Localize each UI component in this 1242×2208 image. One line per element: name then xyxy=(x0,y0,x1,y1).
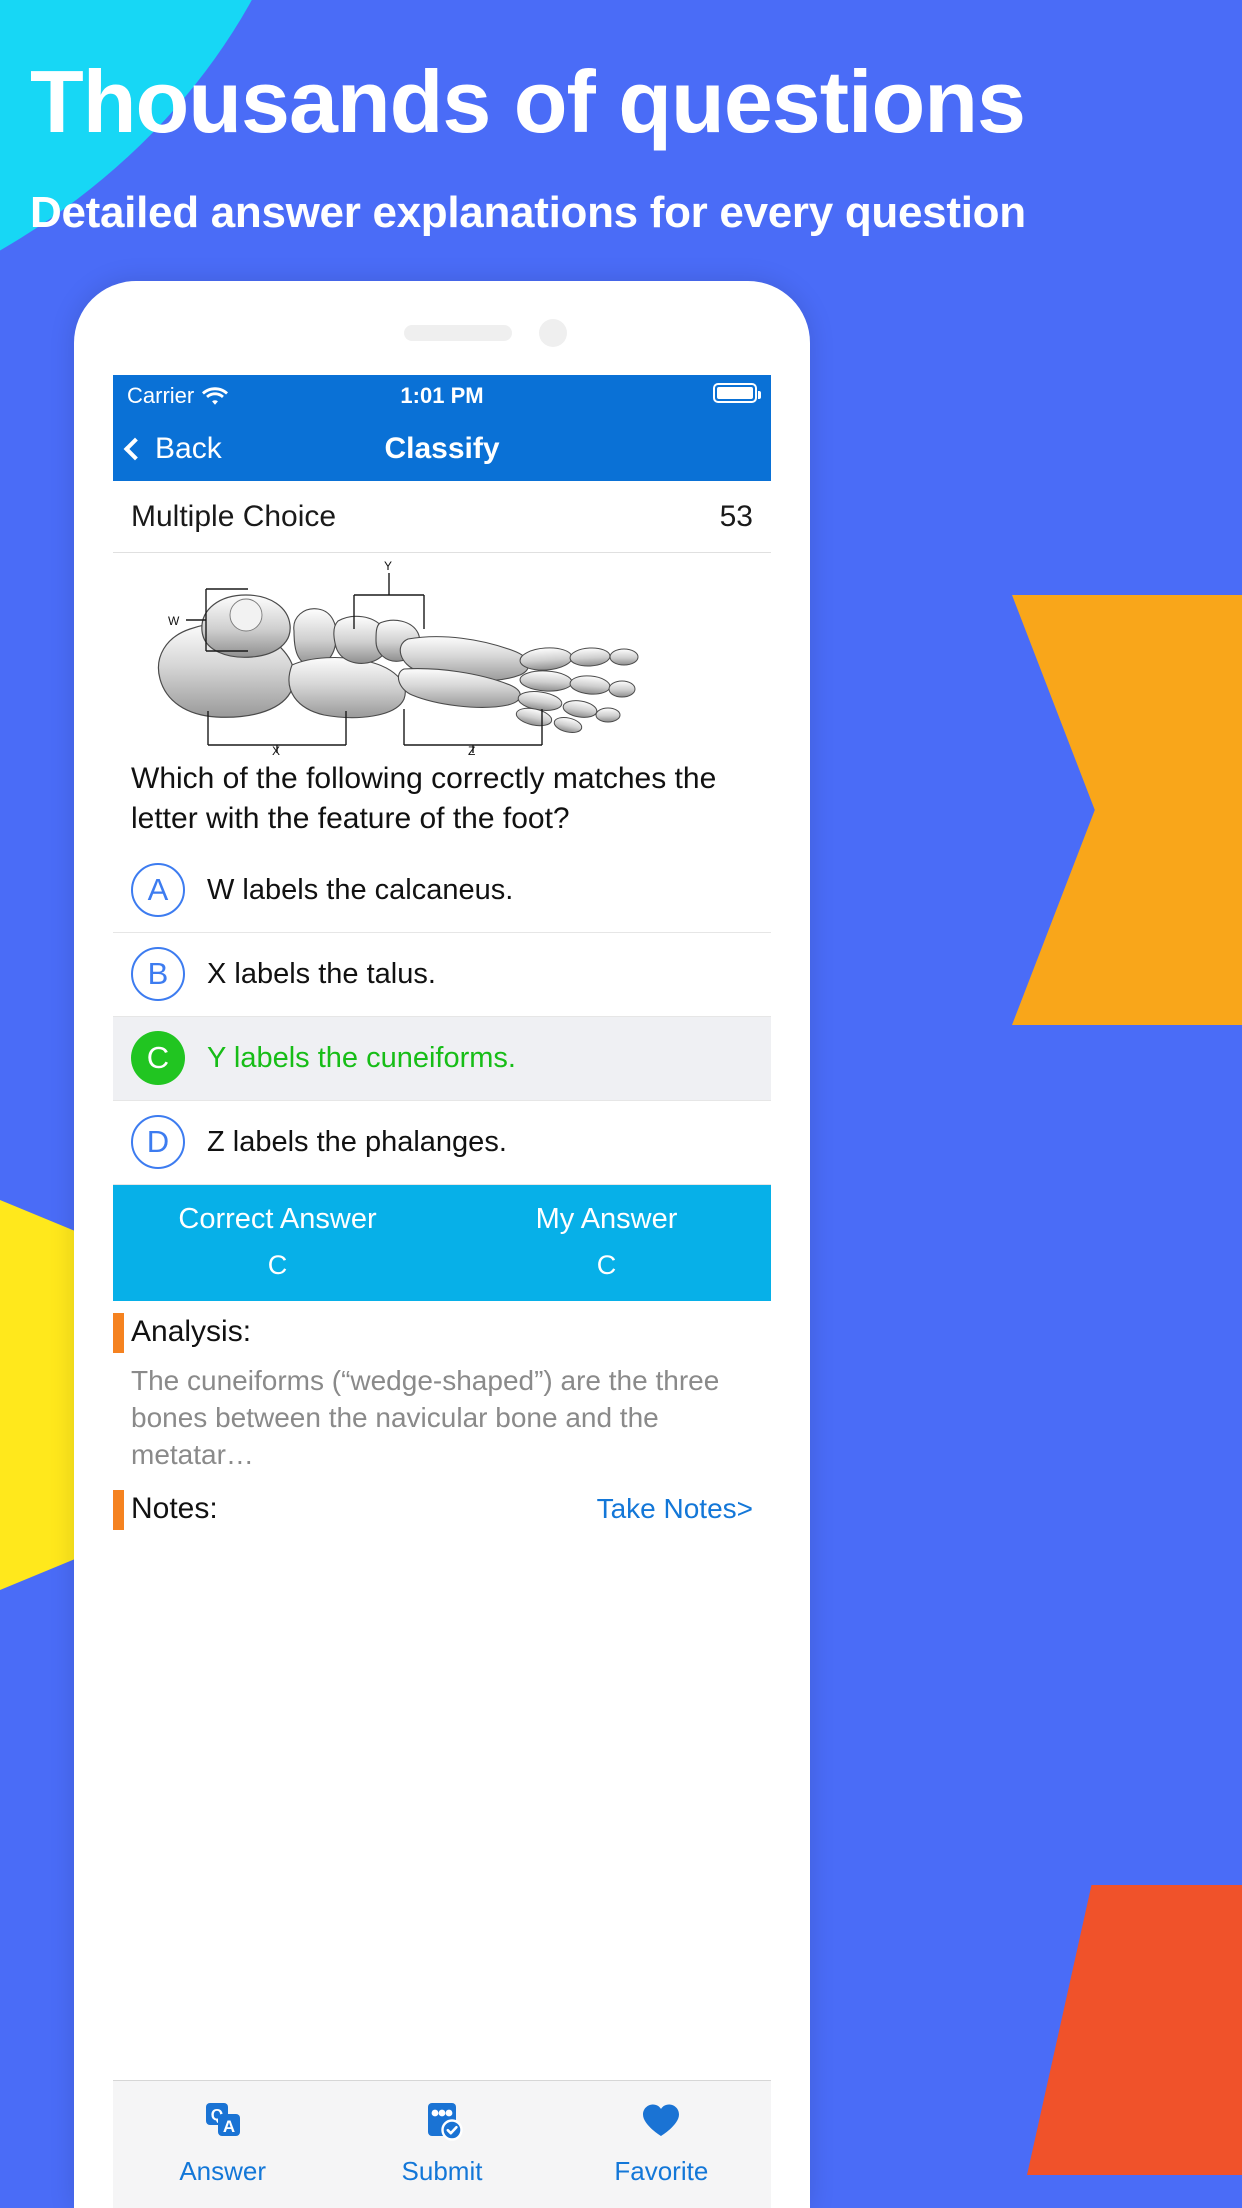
tab-submit[interactable]: Submit xyxy=(332,2095,551,2187)
bottom-tab-bar: Q A Answer Submit Favorite xyxy=(113,2080,771,2208)
correct-answer-value: C xyxy=(267,1249,288,1280)
promo-text-block: Thousands of questions Detailed answer e… xyxy=(0,0,1242,238)
red-shape xyxy=(1027,1885,1242,2175)
option-bullet-d: D xyxy=(131,1115,185,1170)
notes-accent-bar xyxy=(113,1489,124,1530)
tab-favorite[interactable]: Favorite xyxy=(552,2095,771,2187)
promo-headline: Thousands of questions xyxy=(30,52,1026,151)
promo-subhead: Detailed answer explanations for every q… xyxy=(30,188,1026,237)
phone-top-bezel xyxy=(74,281,810,375)
notes-section: Notes: Take Notes> xyxy=(113,1477,771,1532)
tab-answer[interactable]: Q A Answer xyxy=(113,2095,332,2187)
figure-label-z: Z xyxy=(468,744,475,755)
answer-summary-band: Correct Answer C My Answer C xyxy=(113,1184,771,1301)
page-title: Classify xyxy=(384,432,500,465)
analysis-header: Analysis: xyxy=(131,1315,753,1349)
phone-camera xyxy=(539,319,567,347)
heart-filled-icon xyxy=(637,2095,685,2147)
question-type-label: Multiple Choice xyxy=(131,499,337,533)
analysis-section: Analysis: xyxy=(113,1300,771,1355)
phone-mockup: Carrier 1:01 PM Back Classify Multiple C… xyxy=(74,281,810,2208)
analysis-accent-bar xyxy=(113,1312,124,1353)
option-bullet-c: C xyxy=(131,1031,185,1086)
figure-label-w: W xyxy=(168,614,180,628)
notes-header: Notes: Take Notes> xyxy=(131,1492,753,1526)
tab-answer-label: Answer xyxy=(179,2156,267,2186)
qa-answer-icon: Q A xyxy=(199,2095,247,2147)
status-bar: Carrier 1:01 PM xyxy=(113,375,771,417)
take-notes-link[interactable]: Take Notes> xyxy=(597,1493,753,1525)
analysis-body-text: The cuneiforms (“wedge-shaped”) are the … xyxy=(131,1364,720,1470)
battery-full-icon xyxy=(713,383,761,403)
correct-answer-title: Correct Answer xyxy=(178,1202,377,1235)
correct-answer-col: Correct Answer C xyxy=(113,1203,442,1281)
figure-label-x: X xyxy=(272,744,280,755)
option-label-c: Y labels the cuneiforms. xyxy=(207,1041,516,1074)
phone-speaker xyxy=(404,325,512,341)
option-row-c[interactable]: C Y labels the cuneiforms. xyxy=(113,1016,771,1101)
analysis-title: Analysis: xyxy=(131,1314,252,1348)
question-meta-row: Multiple Choice 53 xyxy=(113,481,771,553)
tab-favorite-label: Favorite xyxy=(614,2156,709,2186)
my-answer-col: My Answer C xyxy=(442,1203,771,1281)
submit-check-icon xyxy=(418,2095,466,2147)
option-row-d[interactable]: D Z labels the phalanges. xyxy=(113,1100,771,1185)
option-label-a: W labels the calcaneus. xyxy=(207,873,514,906)
my-answer-title: My Answer xyxy=(535,1202,678,1235)
option-label-b: X labels the talus. xyxy=(207,957,436,990)
orange-shape xyxy=(1012,595,1242,1025)
tab-submit-label: Submit xyxy=(401,2156,483,2186)
question-number: 53 xyxy=(719,499,753,533)
foot-bones-illustration: W Y X Z xyxy=(158,559,639,755)
status-bar-right xyxy=(713,383,761,409)
my-answer-value: C xyxy=(596,1249,617,1280)
phone-screen: Carrier 1:01 PM Back Classify Multiple C… xyxy=(113,375,771,2208)
foot-bones-diagram: W Y X Z xyxy=(113,553,771,755)
option-row-a[interactable]: A W labels the calcaneus. xyxy=(113,848,771,933)
navigation-bar: Back Classify xyxy=(113,417,771,481)
svg-text:A: A xyxy=(223,2117,235,2136)
option-bullet-b: B xyxy=(131,947,185,1002)
status-bar-time: 1:01 PM xyxy=(400,383,484,408)
option-row-b[interactable]: B X labels the talus. xyxy=(113,932,771,1017)
notes-title: Notes: xyxy=(131,1491,218,1525)
option-bullet-a: A xyxy=(131,863,185,918)
figure-label-y: Y xyxy=(384,559,392,573)
option-label-d: Z labels the phalanges. xyxy=(207,1125,507,1158)
question-text: Which of the following correctly matches… xyxy=(131,762,717,835)
